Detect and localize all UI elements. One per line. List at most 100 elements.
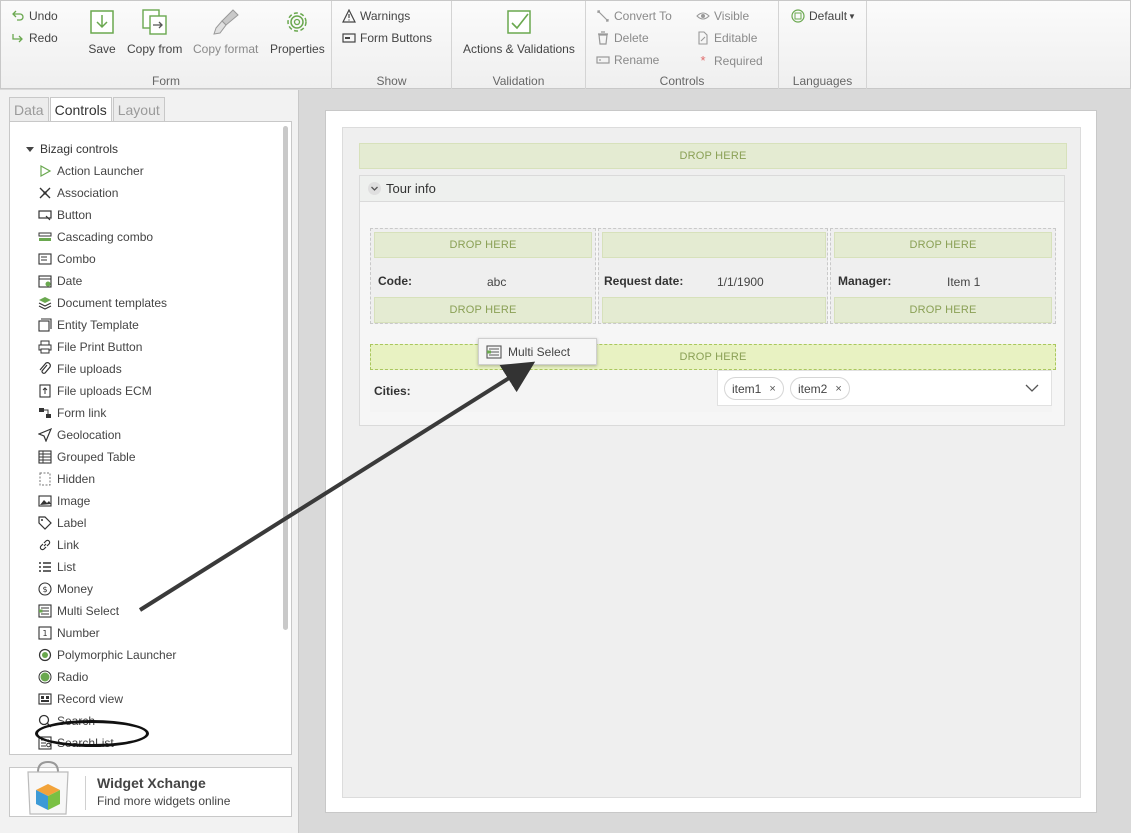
chevron-down-icon[interactable] [1025, 382, 1039, 394]
undo-button[interactable]: Undo [11, 9, 58, 23]
control-item-label: Number [57, 626, 100, 640]
editable-label: Editable [714, 31, 758, 45]
control-item-record-view[interactable]: Record view [38, 688, 176, 710]
printer-icon [38, 340, 52, 354]
actions-validations-button[interactable]: Actions & Validations [463, 7, 575, 56]
manager-value[interactable]: Item 1 [947, 275, 980, 289]
copy-format-label: Copy format [193, 42, 259, 56]
convert-to-label: Convert To [614, 9, 672, 23]
control-item-geolocation[interactable]: Geolocation [38, 424, 176, 446]
list-icon [39, 562, 51, 572]
tab-data[interactable]: Data [9, 97, 49, 121]
required-button[interactable]: * Required [696, 53, 762, 68]
chip-label: item2 [798, 381, 828, 396]
control-item-document-templates[interactable]: Document templates [38, 292, 176, 314]
control-item-action-launcher[interactable]: Action Launcher [38, 160, 176, 182]
drag-ghost-multi-select[interactable]: Multi Select [478, 338, 597, 365]
control-item-label: Document templates [57, 296, 168, 310]
language-dropdown[interactable]: Default ▼ [791, 9, 856, 23]
control-item-label[interactable]: Label [38, 512, 176, 534]
controls-panel: Data Controls Layout Bizagi controls Act… [0, 90, 299, 833]
control-item-label: File uploads ECM [57, 384, 152, 398]
drop-zone-code-bottom[interactable]: DROP HERE [374, 297, 592, 323]
control-item-file-print-button[interactable]: File Print Button [38, 336, 176, 358]
form-designer-area: DROP HERE Tour info DROP HERE Code: abc … [342, 127, 1081, 798]
visible-button[interactable]: Visible [696, 9, 749, 23]
control-item-hidden[interactable]: Hidden [38, 468, 176, 490]
control-item-label: Money [57, 582, 94, 596]
control-item-file-uploads-ecm[interactable]: File uploads ECM [38, 380, 176, 402]
tab-controls[interactable]: Controls [49, 97, 112, 121]
ribbon-group-form: Undo Redo Save Copy from Copy format Pro… [1, 1, 332, 89]
form-buttons-icon [342, 33, 356, 43]
validation-group-label: Validation [492, 74, 545, 88]
control-item-cascading-combo[interactable]: Cascading combo [38, 226, 176, 248]
copy-from-button[interactable]: Copy from [127, 7, 182, 56]
control-item-association[interactable]: Association [38, 182, 176, 204]
association-icon [39, 187, 51, 199]
form-canvas: DROP HERE Tour info DROP HERE Code: abc … [325, 110, 1097, 813]
request-date-label: Request date: [604, 274, 684, 288]
control-item-link[interactable]: Link [38, 534, 176, 556]
control-item-radio[interactable]: Radio [38, 666, 176, 688]
control-item-entity-template[interactable]: Entity Template [38, 314, 176, 336]
tree-scrollbar[interactable] [283, 126, 288, 630]
control-item-money[interactable]: $ Money [38, 578, 176, 600]
warnings-label: Warnings [360, 9, 411, 23]
control-item-form-link[interactable]: Form link [38, 402, 176, 424]
properties-button[interactable]: Properties [270, 7, 325, 56]
control-item-label: Date [57, 274, 83, 288]
control-item-multi-select[interactable]: Multi Select [38, 600, 176, 622]
control-item-button[interactable]: Button [38, 204, 176, 226]
drop-zone-top[interactable]: DROP HERE [359, 143, 1067, 169]
chip-item2[interactable]: item2 × [790, 377, 850, 400]
control-item-file-uploads[interactable]: File uploads [38, 358, 176, 380]
copy-from-label: Copy from [127, 42, 183, 56]
control-item-label: Hidden [57, 472, 96, 486]
control-item-combo[interactable]: Combo [38, 248, 176, 270]
editable-button[interactable]: Editable [696, 31, 757, 45]
control-item-number[interactable]: 1 Number [38, 622, 176, 644]
redo-button[interactable]: Redo [11, 31, 58, 45]
drop-zone-manager-top[interactable]: DROP HERE [834, 232, 1052, 258]
cities-multiselect[interactable]: item1 × item2 × [717, 370, 1052, 406]
tree-root-bizagi-controls[interactable]: Bizagi controls [26, 142, 118, 156]
chip-item1[interactable]: item1 × [724, 377, 784, 400]
save-button[interactable]: Save [87, 7, 117, 56]
tab-layout[interactable]: Layout [112, 97, 165, 121]
control-item-image[interactable]: Image [38, 490, 176, 512]
control-item-label: Polymorphic Launcher [57, 648, 177, 662]
control-item-label: Combo [57, 252, 96, 266]
control-item-list[interactable]: List [38, 556, 176, 578]
drop-zone-date-bottom[interactable] [602, 297, 826, 323]
request-date-value[interactable]: 1/1/1900 [717, 275, 764, 289]
delete-button[interactable]: Delete [596, 31, 649, 45]
control-item-date[interactable]: Date [38, 270, 176, 292]
play-outline-icon [40, 164, 52, 178]
drop-zone-active[interactable]: DROP HERE [370, 344, 1056, 370]
entity-template-icon [38, 318, 52, 332]
record-view-icon [38, 693, 52, 705]
paintbrush-icon [212, 9, 239, 35]
close-icon[interactable]: × [835, 383, 841, 395]
chip-label: item1 [732, 381, 762, 396]
drop-zone-manager-bottom[interactable]: DROP HERE [834, 297, 1052, 323]
convert-to-button[interactable]: Convert To [596, 9, 672, 23]
drop-zone-date-top[interactable] [602, 232, 826, 258]
combo-icon [38, 253, 52, 265]
multi-select-icon [486, 344, 502, 359]
close-icon[interactable]: × [769, 383, 775, 395]
group-header-tour-info[interactable]: Tour info [359, 175, 1065, 202]
widget-xchange-banner[interactable]: Widget Xchange Find more widgets online [9, 760, 292, 817]
drop-zone-code-top[interactable]: DROP HERE [374, 232, 592, 258]
control-item-label: Geolocation [57, 428, 122, 442]
code-value[interactable]: abc [487, 275, 506, 289]
control-item-grouped-table[interactable]: Grouped Table [38, 446, 176, 468]
control-item-label: Action Launcher [57, 164, 144, 178]
form-buttons-button[interactable]: Form Buttons [342, 31, 432, 45]
copy-format-button[interactable]: Copy format [193, 7, 258, 56]
warnings-button[interactable]: Warnings [342, 9, 410, 23]
rename-button[interactable]: Rename [596, 53, 659, 67]
control-item-polymorphic-launcher[interactable]: Polymorphic Launcher [38, 644, 176, 666]
show-group-label: Show [376, 74, 407, 88]
